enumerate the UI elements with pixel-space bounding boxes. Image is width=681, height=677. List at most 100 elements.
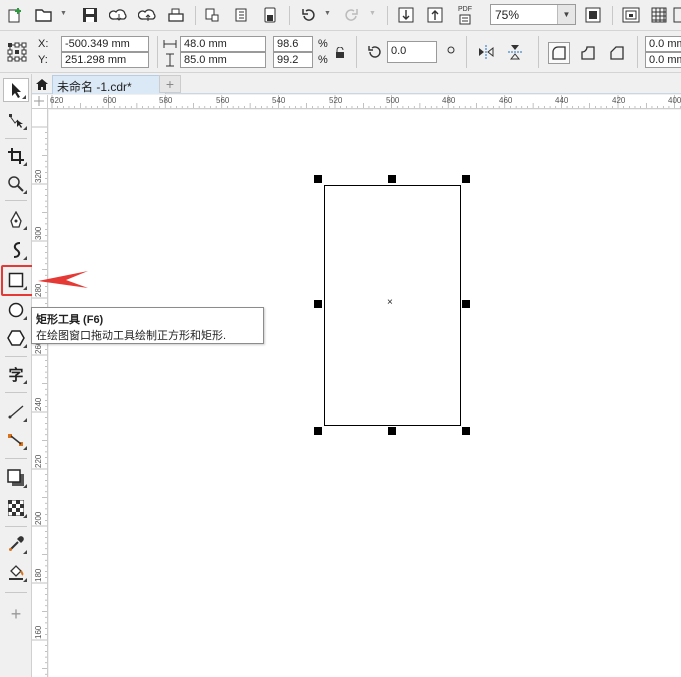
- crop-tool[interactable]: [3, 144, 29, 168]
- red-arrow-annotation: [38, 271, 88, 288]
- import-down-icon[interactable]: [396, 5, 416, 25]
- drawing-canvas[interactable]: ×: [49, 110, 681, 677]
- cloud-download-icon[interactable]: [108, 5, 130, 25]
- v-ruler-label: 300: [34, 226, 43, 240]
- zoom-select[interactable]: 75% ▼: [490, 4, 576, 25]
- selection-handle[interactable]: [388, 427, 396, 435]
- lock-ratio-icon[interactable]: [333, 45, 347, 61]
- full-screen-icon[interactable]: [583, 5, 603, 25]
- scale-y-unit: %: [318, 54, 328, 66]
- pdf-icon[interactable]: PDF: [454, 4, 476, 26]
- selection-handle[interactable]: [314, 300, 322, 308]
- toolbox: 字 +: [0, 74, 37, 677]
- new-tab-button[interactable]: +: [159, 75, 181, 93]
- mirror-vertical-icon[interactable]: [505, 42, 525, 62]
- publish-icon[interactable]: [260, 5, 280, 25]
- shape-icon: [9, 114, 23, 128]
- corner-radius-field-2[interactable]: 0.0 mm: [645, 52, 681, 68]
- v-ruler-label: 240: [34, 397, 43, 411]
- pick-tool[interactable]: [3, 78, 29, 102]
- tooltip: 矩形工具 (F6) 在绘图窗口拖动工具绘制正方形和矩形.: [31, 307, 264, 344]
- height-icon: [162, 53, 178, 67]
- cloud-upload-icon[interactable]: [137, 5, 159, 25]
- print-icon[interactable]: [166, 5, 186, 25]
- home-icon[interactable]: [34, 76, 50, 92]
- selection-handle[interactable]: [462, 175, 470, 183]
- h-ruler-label: 620: [50, 96, 64, 105]
- y-position-field[interactable]: 251.298 mm: [61, 52, 149, 68]
- snap-icon[interactable]: [620, 5, 642, 25]
- redo-icon[interactable]: [342, 5, 362, 25]
- rotate-icon: [366, 43, 384, 61]
- separator: [387, 6, 388, 25]
- rotation-field[interactable]: 0.0: [387, 41, 437, 63]
- scallop-corner-icon[interactable]: [577, 42, 599, 64]
- export-icon[interactable]: [232, 5, 252, 25]
- document-tab[interactable]: 未命名 -1.cdr*: [52, 75, 166, 94]
- ellipse-tool[interactable]: [3, 298, 29, 322]
- separator: [5, 526, 27, 527]
- reference-point-icon[interactable]: [6, 41, 28, 63]
- selection-handle[interactable]: [462, 427, 470, 435]
- corner-radius-field-1[interactable]: 0.0 mm: [645, 36, 681, 52]
- document-tab-bar: 未命名 -1.cdr* +: [32, 74, 681, 94]
- chevron-down-icon[interactable]: ▼: [557, 5, 575, 24]
- selection-handle[interactable]: [462, 300, 470, 308]
- selection-handle[interactable]: [388, 175, 396, 183]
- pen-nib-icon: [10, 211, 22, 228]
- h-ruler-label: 580: [159, 96, 173, 105]
- v-ruler-label: 160: [34, 625, 43, 639]
- x-position-field[interactable]: -500.349 mm: [61, 36, 149, 52]
- grid-icon[interactable]: [649, 5, 669, 25]
- artistic-media-tool[interactable]: [3, 238, 29, 262]
- separator: [5, 392, 27, 393]
- horizontal-ruler[interactable]: 620 600 580 560 540 520 500 480 460 440 …: [48, 95, 681, 109]
- ruler-corner[interactable]: [32, 95, 48, 109]
- scale-x-field[interactable]: 98.6: [273, 36, 313, 52]
- drop-shadow-tool[interactable]: [3, 466, 29, 490]
- shape-tool[interactable]: [3, 108, 29, 132]
- export-up-icon[interactable]: [425, 5, 445, 25]
- round-corner-icon[interactable]: [548, 42, 570, 64]
- more-toolbar-icon[interactable]: [672, 5, 681, 25]
- interactive-fill-tool[interactable]: [3, 560, 29, 584]
- separator: [538, 36, 539, 68]
- selection-handle[interactable]: [314, 175, 322, 183]
- y-label: Y:: [38, 54, 48, 66]
- transparency-tool[interactable]: [3, 496, 29, 520]
- open-dropdown-icon[interactable]: ▼: [60, 10, 67, 17]
- text-tool[interactable]: 字: [3, 362, 29, 386]
- polygon-tool[interactable]: [3, 326, 29, 350]
- pointer-icon: [12, 83, 21, 98]
- undo-dropdown-icon[interactable]: ▼: [324, 10, 331, 17]
- vertical-ruler[interactable]: 320 300 280 260 240 220 200 180 160 140: [32, 109, 48, 677]
- new-document-icon[interactable]: [5, 5, 25, 25]
- width-field[interactable]: 48.0 mm: [180, 36, 266, 52]
- ruler-origin-icon: [34, 96, 44, 106]
- eyedropper-icon: [9, 536, 24, 551]
- height-field[interactable]: 85.0 mm: [180, 52, 266, 68]
- undo-icon[interactable]: [298, 5, 318, 25]
- add-tool-button[interactable]: +: [3, 602, 29, 626]
- redo-dropdown-icon[interactable]: ▼: [369, 10, 376, 17]
- selection-handle[interactable]: [314, 427, 322, 435]
- tooltip-title: 矩形工具 (F6): [36, 314, 104, 326]
- artistic-brush-icon: [13, 242, 21, 258]
- eyedropper-tool[interactable]: [3, 532, 29, 556]
- v-ruler-label: 200: [34, 511, 43, 525]
- mirror-horizontal-icon[interactable]: [476, 42, 496, 62]
- zoom-value: 75%: [495, 8, 520, 22]
- zoom-tool[interactable]: [3, 172, 29, 196]
- import-icon[interactable]: [202, 5, 222, 25]
- freehand-tool[interactable]: [3, 208, 29, 232]
- scale-y-field[interactable]: 99.2: [273, 52, 313, 68]
- separator: [356, 36, 357, 68]
- pdf-label: PDF: [458, 5, 472, 13]
- connector-tool[interactable]: [3, 428, 29, 452]
- parallel-dimension-tool[interactable]: [3, 400, 29, 424]
- chamfer-corner-icon[interactable]: [606, 42, 628, 64]
- h-ruler-label: 540: [272, 96, 286, 105]
- open-folder-icon[interactable]: [34, 5, 54, 25]
- save-icon[interactable]: [80, 5, 100, 25]
- separator: [195, 6, 196, 25]
